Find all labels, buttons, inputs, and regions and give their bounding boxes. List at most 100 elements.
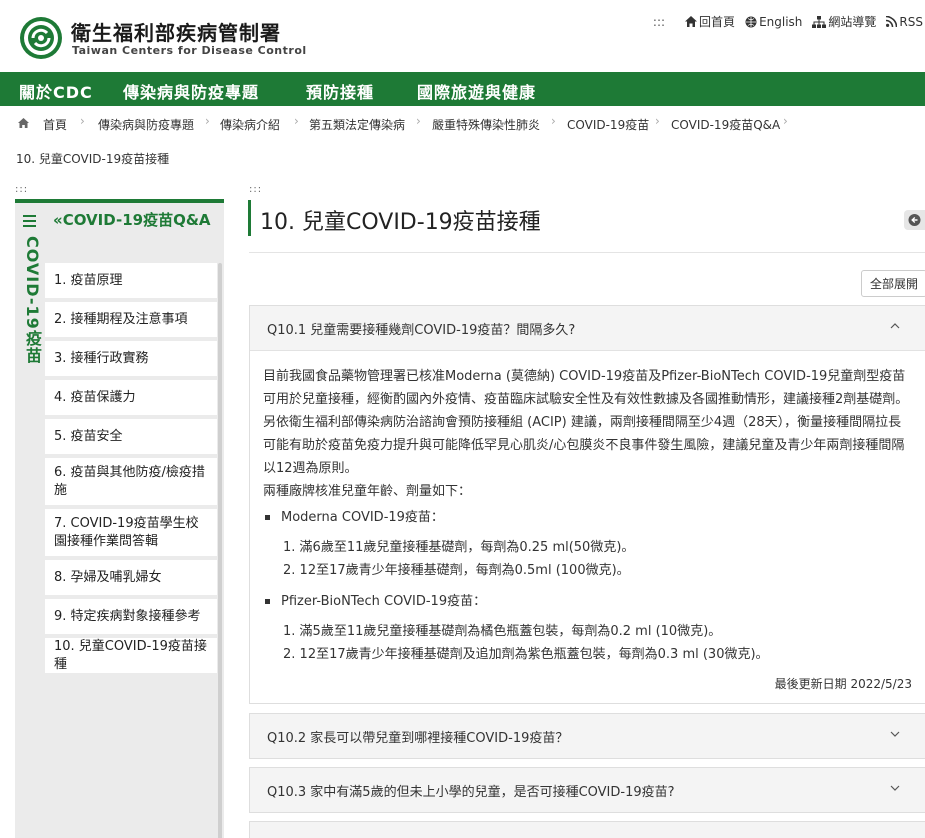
nav-vaccination[interactable]: 預防接種 [306, 79, 374, 103]
qa-question: Q10.3 家中有滿5歲的但未上小學的兒童，是否可接種COVID-19疫苗? [267, 784, 675, 800]
breadcrumb-topics[interactable]: 傳染病與防疫專題 [98, 116, 194, 133]
dose-text: 滿5歲至11歲兒童接種基礎劑為橘色瓶蓋包裝，每劑為0.2 ml (10微克)。 [299, 624, 722, 639]
dose-text: 滿6歲至11歲兒童接種基礎劑，每劑為0.25 ml(50微克)。 [299, 540, 635, 555]
org-name-en[interactable]: Taiwan Centers for Disease Control [72, 44, 307, 57]
english-link-label: English [759, 14, 803, 29]
breadcrumb-disease-intro[interactable]: 傳染病介紹 [220, 116, 280, 133]
qa-question: Q10.2 家長可以帶兒童到哪裡接種COVID-19疫苗？ [267, 730, 569, 746]
answer-paragraph: 另依衛生福利部傳染病防治諮詢會預防接種組 (ACIP) 建議，兩劑接種間隔至少4… [263, 415, 905, 476]
sidebar-vertical-header[interactable]: COVID-19疫苗 [15, 203, 45, 838]
brand-name: Moderna COVID-19疫苗： [281, 510, 444, 525]
sidebar-vertical-title: COVID-19疫苗 [23, 236, 42, 364]
qa-item-next[interactable] [249, 821, 925, 838]
breadcrumb-home[interactable]: 首頁 [43, 116, 67, 133]
bullet-square-icon [265, 599, 270, 604]
rss-icon [886, 16, 898, 27]
answer-paragraph: 兩種廠牌核准兒童年齡、劑量如下： [263, 484, 472, 499]
page-title: 10. 兒童COVID-19疫苗接種 [260, 210, 541, 235]
utility-links: ::: 回首頁 English 網站導覽 RSS [653, 13, 923, 30]
sidebar-item-other-measures[interactable]: 6. 疫苗與其他防疫/檢疫措施 [45, 458, 217, 505]
breadcrumb-class5[interactable]: 第五類法定傳染病 [309, 116, 405, 133]
sidebar-list: 1. 疫苗原理 2. 接種期程及注意事項 3. 接種行政實務 4. 疫苗保護力 … [45, 263, 217, 677]
accesskey-left[interactable]: ::: [15, 184, 28, 195]
chevron-down-icon [890, 785, 900, 791]
nav-about-cdc[interactable]: 關於CDC [19, 79, 93, 103]
last-updated: 最後更新日期 2022/5/23 [774, 677, 912, 691]
qa-question-toggle[interactable]: Q10.1 兒童需要接種幾劑COVID-19疫苗？間隔多久? [250, 306, 925, 350]
sitemap-link-label: 網站導覽 [828, 15, 877, 29]
home-link-label: 回首頁 [699, 15, 736, 29]
brand-name: Pfizer-BioNTech COVID-19疫苗： [281, 594, 487, 609]
chevron-right-icon: › [205, 114, 210, 128]
cdc-logo[interactable] [19, 16, 63, 60]
brand-bullet: Pfizer-BioNTech COVID-19疫苗： [263, 590, 912, 613]
back-button[interactable] [904, 210, 925, 230]
sidebar-section-title[interactable]: «COVID-19疫苗Q&A [53, 209, 213, 231]
dose-list: 1. 滿6歲至11歲兒童接種基礎劑，每劑為0.25 ml(50微克)。 2. 1… [263, 536, 912, 582]
dose-item: 2. 12至17歲青少年接種基礎劑及追加劑為紫色瓶蓋包裝，每劑為0.3 ml (… [283, 647, 769, 662]
qa-item-10-3: Q10.3 家中有滿5歲的但未上小學的兒童，是否可接種COVID-19疫苗? [249, 767, 925, 813]
chevron-right-icon: › [655, 114, 660, 128]
nav-travel-health[interactable]: 國際旅遊與健康 [417, 79, 536, 103]
sidebar-scrollbar[interactable] [218, 263, 222, 838]
home-link[interactable]: 回首頁 [685, 13, 735, 30]
sidebar-item-vaccine-principle[interactable]: 1. 疫苗原理 [45, 263, 217, 298]
sidebar-item-safety[interactable]: 5. 疫苗安全 [45, 419, 217, 454]
sidebar-item-efficacy[interactable]: 4. 疫苗保護力 [45, 380, 217, 415]
rss-link-label: RSS [899, 14, 923, 29]
main-nav: 關於CDC 傳染病與防疫專題 預防接種 國際旅遊與健康 [0, 72, 925, 106]
site-header: 衛生福利部疾病管制署 Taiwan Centers for Disease Co… [0, 0, 925, 72]
qa-question: Q10.1 兒童需要接種幾劑COVID-19疫苗？間隔多久? [267, 322, 576, 338]
breadcrumb-vaccine-qa[interactable]: COVID-19疫苗Q&A [671, 116, 780, 133]
chevron-right-icon: › [783, 114, 788, 128]
chevron-down-icon [890, 731, 900, 737]
globe-icon [745, 16, 757, 27]
sidebar-item-admin[interactable]: 3. 接種行政實務 [45, 341, 217, 376]
arrow-left-icon [908, 214, 921, 226]
breadcrumb-covid[interactable]: 嚴重特殊傳染性肺炎 [432, 116, 540, 133]
accesskey-content[interactable]: ::: [249, 184, 262, 195]
chevron-right-icon: › [80, 114, 85, 128]
sidebar: COVID-19疫苗 «COVID-19疫苗Q&A 1. 疫苗原理 2. 接種期… [15, 199, 224, 838]
sitemap-icon [812, 15, 827, 28]
dose-text: 12至17歲青少年接種基礎劑，每劑為0.5ml (100微克)。 [299, 563, 630, 578]
english-link[interactable]: English [745, 15, 802, 29]
menu-icon[interactable] [23, 215, 36, 230]
breadcrumb-covid-vaccine[interactable]: COVID-19疫苗 [567, 116, 649, 133]
qa-question-toggle[interactable]: Q10.2 家長可以帶兒童到哪裡接種COVID-19疫苗？ [250, 714, 925, 758]
chevron-right-icon: › [551, 114, 556, 128]
dose-item: 1. 滿6歲至11歲兒童接種基礎劑，每劑為0.25 ml(50微克)。 [283, 540, 635, 555]
sitemap-link[interactable]: 網站導覽 [812, 13, 876, 30]
sidebar-item-school[interactable]: 7. COVID-19疫苗學生校園接種作業問答輯 [45, 509, 217, 556]
qa-item-10-1: Q10.1 兒童需要接種幾劑COVID-19疫苗？間隔多久? 目前我國食品藥物管… [249, 305, 925, 704]
sidebar-item-schedule[interactable]: 2. 接種期程及注意事項 [45, 302, 217, 337]
qa-question-toggle[interactable]: Q10.3 家中有滿5歲的但未上小學的兒童，是否可接種COVID-19疫苗? [250, 768, 925, 812]
qa-item-10-2: Q10.2 家長可以帶兒童到哪裡接種COVID-19疫苗？ [249, 713, 925, 759]
home-icon[interactable] [18, 118, 29, 128]
bullet-square-icon [265, 515, 270, 520]
qa-answer: 目前我國食品藥物管理署已核准Moderna (莫德納) COVID-19疫苗及P… [250, 350, 925, 703]
dose-text: 12至17歲青少年接種基礎劑及追加劑為紫色瓶蓋包裝，每劑為0.3 ml (30微… [299, 647, 769, 662]
sidebar-item-specific-disease[interactable]: 9. 特定疾病對象接種參考 [45, 599, 217, 634]
breadcrumb-current: 10. 兒童COVID-19疫苗接種 [16, 152, 170, 166]
dose-item: 1. 滿5歲至11歲兒童接種基礎劑為橘色瓶蓋包裝，每劑為0.2 ml (10微克… [283, 624, 722, 639]
chevron-right-icon: › [294, 114, 299, 128]
answer-paragraph: 目前我國食品藥物管理署已核准Moderna (莫德納) COVID-19疫苗及P… [263, 369, 909, 407]
expand-all-button[interactable]: 全部展開 [861, 270, 925, 297]
chevron-right-icon: › [416, 114, 421, 128]
title-divider [249, 252, 925, 253]
breadcrumb: 首頁 › 傳染病與防疫專題 › 傳染病介紹 › 第五類法定傳染病 › 嚴重特殊傳… [0, 112, 925, 134]
org-name-zh[interactable]: 衛生福利部疾病管制署 [71, 17, 281, 46]
rss-link[interactable]: RSS [886, 15, 923, 29]
chevron-up-icon [890, 323, 900, 329]
sidebar-item-pregnant[interactable]: 8. 孕婦及哺乳婦女 [45, 560, 217, 595]
accesskey-top[interactable]: ::: [653, 15, 665, 29]
nav-infectious-disease[interactable]: 傳染病與防疫專題 [123, 79, 259, 103]
qa-question-toggle[interactable] [250, 822, 925, 838]
dose-item: 2. 12至17歲青少年接種基礎劑，每劑為0.5ml (100微克)。 [283, 563, 630, 578]
sidebar-item-children[interactable]: 10. 兒童COVID-19疫苗接種 [45, 638, 217, 673]
dose-list: 1. 滿5歲至11歲兒童接種基礎劑為橘色瓶蓋包裝，每劑為0.2 ml (10微克… [263, 620, 912, 666]
title-accent-bar [248, 200, 251, 236]
home-icon [685, 16, 698, 27]
brand-bullet: Moderna COVID-19疫苗： [263, 506, 912, 529]
